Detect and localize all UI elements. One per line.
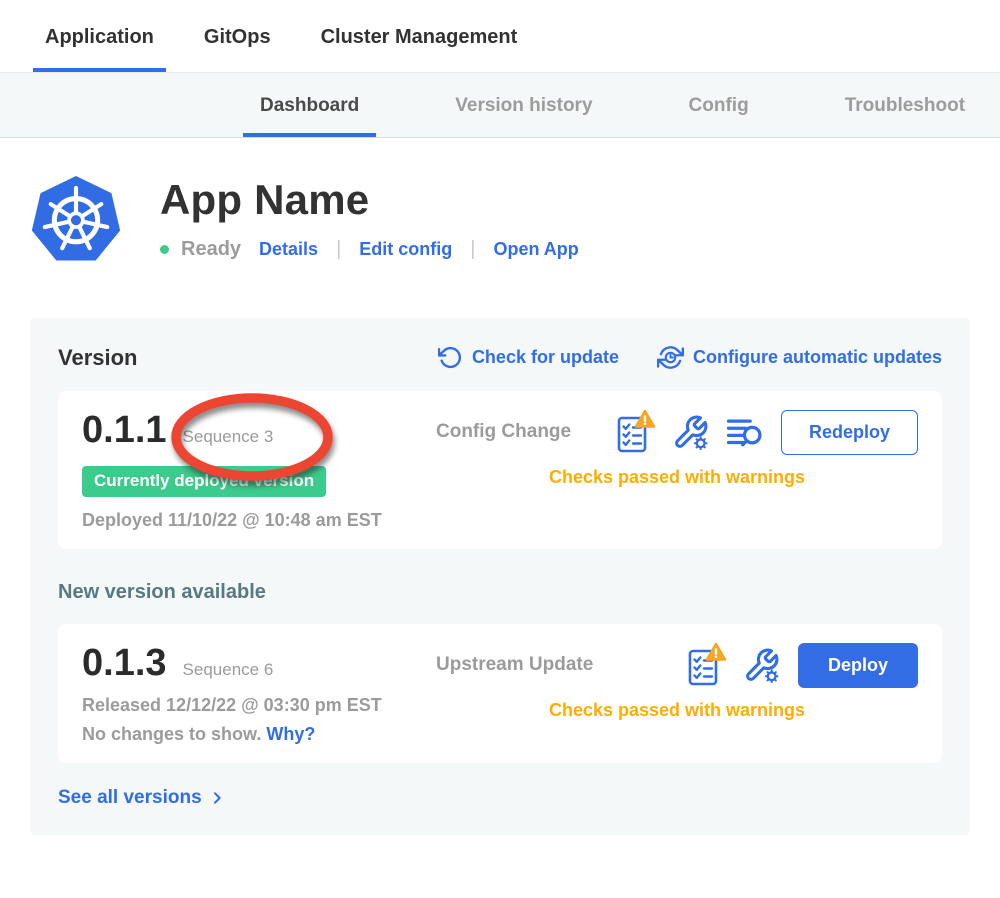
tab-dashboard[interactable]: Dashboard	[243, 74, 376, 137]
tab-application[interactable]: Application	[33, 1, 166, 72]
config-wrench-icon[interactable]	[743, 647, 780, 684]
view-diff-icon[interactable]	[725, 415, 763, 449]
available-version-number: 0.1.3	[82, 642, 167, 685]
current-version-card: 0.1.1 Sequence 3 Currently deployed vers…	[58, 391, 942, 549]
see-all-versions-label: See all versions	[58, 787, 202, 809]
available-version-card: 0.1.3 Sequence 6 Released 12/12/22 @ 03:…	[58, 624, 942, 763]
details-link[interactable]: Details	[259, 239, 318, 260]
currently-deployed-badge: Currently deployed version	[82, 466, 326, 497]
no-changes-text: No changes to show.	[82, 724, 261, 744]
current-version-sequence: Sequence 3	[183, 427, 274, 447]
app-header: App Name Ready Details | Edit config | O…	[30, 172, 1000, 272]
released-timestamp: Released 12/12/22 @ 03:30 pm EST	[82, 695, 412, 716]
version-panel-title: Version	[58, 345, 137, 371]
see-all-versions-link[interactable]: See all versions	[58, 787, 225, 809]
configure-automatic-updates-button[interactable]: Configure automatic updates	[657, 344, 942, 371]
tab-version-history[interactable]: Version history	[438, 74, 609, 137]
check-for-update-button[interactable]: Check for update	[438, 344, 619, 371]
config-wrench-icon[interactable]	[672, 414, 709, 451]
tab-gitops[interactable]: GitOps	[192, 1, 283, 72]
tab-cluster-management[interactable]: Cluster Management	[309, 1, 530, 72]
check-for-update-label: Check for update	[472, 347, 619, 368]
edit-config-link[interactable]: Edit config	[359, 239, 452, 260]
status-text: Ready	[181, 238, 241, 261]
ready-status-dot	[160, 245, 169, 254]
redeploy-button[interactable]: Redeploy	[781, 410, 918, 455]
configure-automatic-updates-label: Configure automatic updates	[693, 347, 942, 368]
current-version-number: 0.1.1	[82, 409, 167, 452]
open-app-link[interactable]: Open App	[493, 239, 578, 260]
version-panel: Version Check for update Configure	[30, 318, 970, 835]
refresh-icon	[438, 345, 463, 370]
auto-update-icon	[657, 344, 684, 371]
available-version-sequence: Sequence 6	[183, 660, 274, 680]
divider: |	[464, 238, 481, 261]
preflight-result-text: Checks passed with warnings	[436, 467, 918, 488]
primary-nav: Application GitOps Cluster Management	[0, 0, 1000, 72]
why-link[interactable]: Why?	[266, 724, 315, 744]
deploy-button[interactable]: Deploy	[798, 643, 918, 688]
kubernetes-logo-icon	[30, 172, 122, 272]
page-title: App Name	[160, 176, 579, 224]
chevron-right-icon	[209, 789, 225, 807]
divider: |	[330, 238, 347, 261]
changes-summary: No changes to show. Why?	[82, 724, 412, 745]
version-source-label: Config Change	[436, 421, 571, 443]
new-version-heading: New version available	[58, 581, 942, 604]
preflight-result-text: Checks passed with warnings	[436, 700, 918, 721]
tab-troubleshoot[interactable]: Troubleshoot	[828, 74, 982, 137]
app-sub-nav: Dashboard Version history Config Trouble…	[0, 72, 1000, 138]
version-source-label: Upstream Update	[436, 654, 593, 676]
preflight-checks-icon[interactable]	[687, 642, 727, 688]
tab-config[interactable]: Config	[672, 74, 766, 137]
deployed-timestamp: Deployed 11/10/22 @ 10:48 am EST	[82, 510, 412, 531]
preflight-checks-icon[interactable]	[616, 409, 656, 455]
